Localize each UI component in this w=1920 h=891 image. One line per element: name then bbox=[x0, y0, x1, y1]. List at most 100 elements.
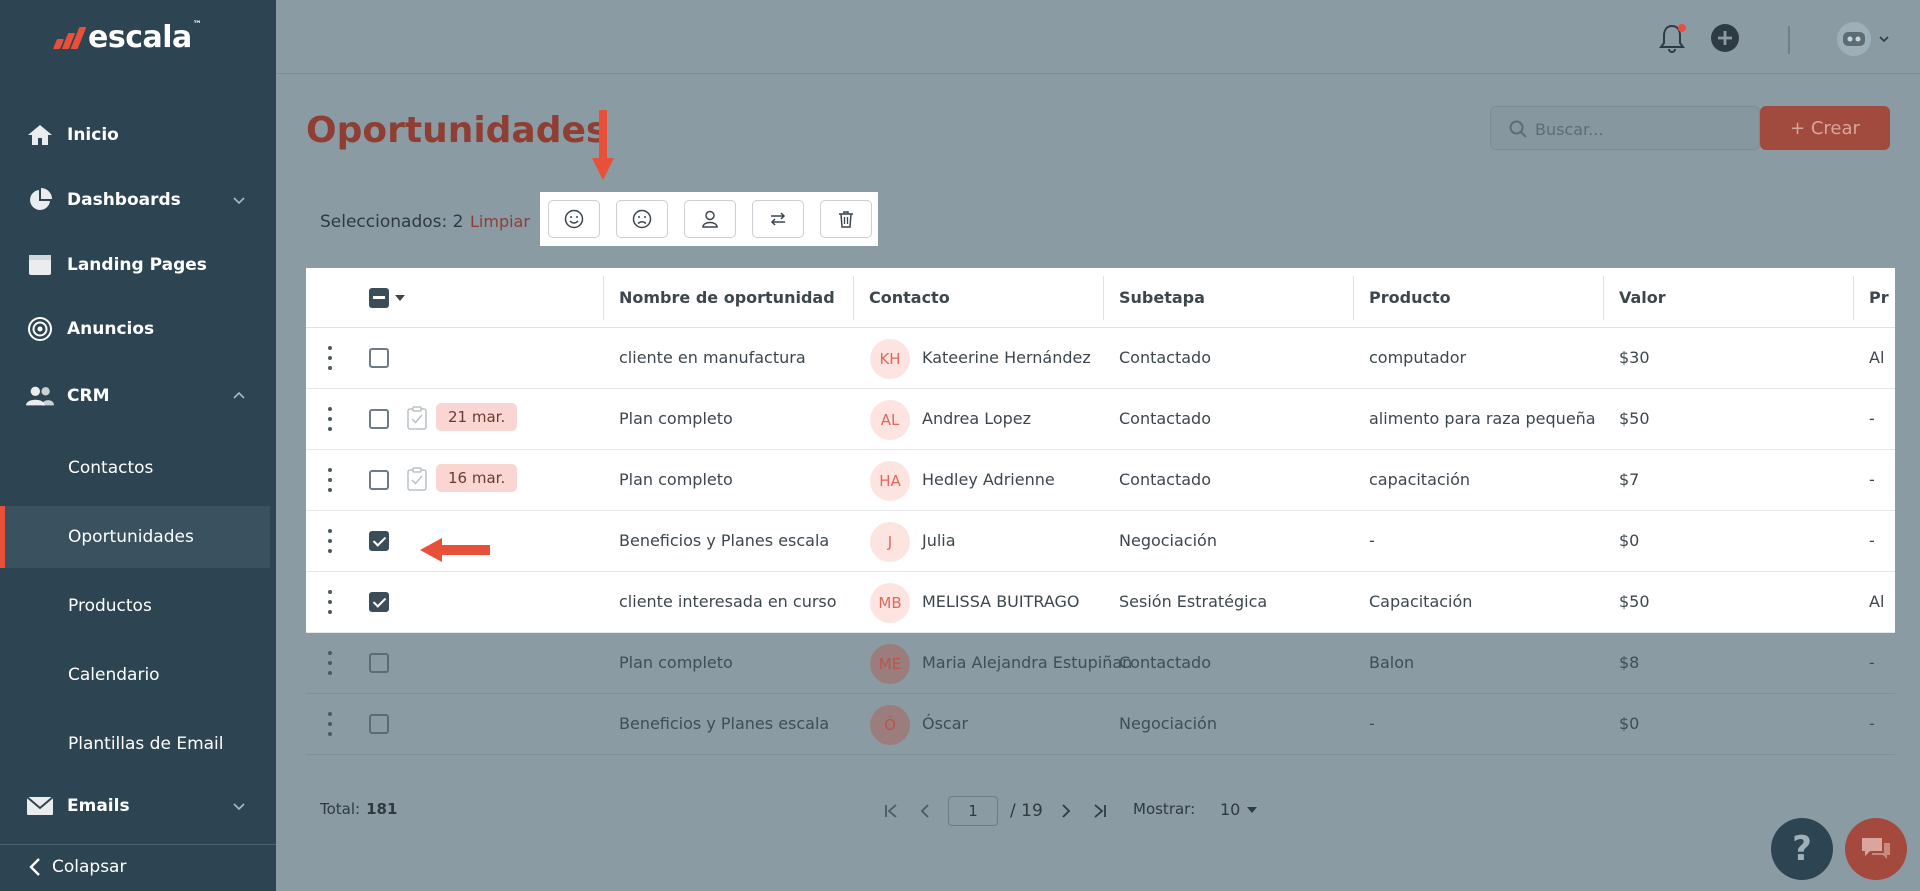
search-box[interactable] bbox=[1490, 106, 1760, 150]
first-page-icon[interactable] bbox=[880, 800, 902, 822]
cell-producto: Capacitación bbox=[1369, 592, 1473, 611]
column-divider bbox=[853, 276, 854, 320]
logo[interactable]: escala™ bbox=[52, 20, 202, 55]
sidebar-subitem-oportunidades[interactable]: Oportunidades bbox=[0, 506, 270, 568]
column-header-name[interactable]: Nombre de oportunidad bbox=[619, 288, 835, 307]
sidebar-item-emails[interactable]: Emails bbox=[0, 782, 276, 830]
sidebar-subitem-contactos[interactable]: Contactos bbox=[0, 437, 276, 499]
next-page-icon[interactable] bbox=[1055, 800, 1077, 822]
row-checkbox[interactable] bbox=[369, 714, 389, 734]
table-row[interactable]: Beneficios y Planes escala J Julia Negoc… bbox=[306, 511, 1895, 572]
cell-producto: - bbox=[1369, 531, 1375, 550]
cell-subetapa: Contactado bbox=[1119, 653, 1211, 672]
help-button[interactable]: ? bbox=[1771, 818, 1833, 880]
prev-page-icon[interactable] bbox=[914, 800, 936, 822]
caret-down-icon bbox=[1247, 806, 1258, 813]
assign-user-button[interactable] bbox=[684, 200, 736, 238]
search-icon bbox=[1509, 120, 1527, 138]
delete-button[interactable] bbox=[820, 200, 872, 238]
page-input[interactable] bbox=[948, 796, 998, 826]
cell-name[interactable]: Plan completo bbox=[619, 653, 733, 672]
create-button-label: + Crear bbox=[1790, 117, 1860, 139]
page-title: Oportunidades bbox=[306, 110, 608, 151]
row-menu-icon[interactable] bbox=[328, 468, 334, 492]
cell-contact[interactable]: Julia bbox=[922, 531, 956, 550]
row-menu-icon[interactable] bbox=[328, 651, 334, 675]
mark-won-button[interactable] bbox=[548, 200, 600, 238]
column-header-contact[interactable]: Contacto bbox=[869, 288, 950, 307]
caret-down-icon[interactable] bbox=[394, 294, 406, 302]
table-row[interactable]: Plan completo ME Maria Alejandra Estupiñ… bbox=[306, 633, 1895, 694]
cell-name[interactable]: Beneficios y Planes escala bbox=[619, 531, 829, 550]
column-divider bbox=[1603, 276, 1604, 320]
sidebar-item-inicio[interactable]: Inicio bbox=[0, 111, 276, 159]
cell-name[interactable]: Beneficios y Planes escala bbox=[619, 714, 829, 733]
change-stage-button[interactable] bbox=[752, 200, 804, 238]
cell-producto: Balon bbox=[1369, 653, 1415, 672]
sidebar-item-landing-pages[interactable]: Landing Pages bbox=[0, 241, 276, 289]
table-row[interactable]: cliente en manufactura KH Kateerine Hern… bbox=[306, 328, 1895, 389]
collapse-button[interactable]: Colapsar bbox=[28, 857, 126, 877]
table-row[interactable]: 16 mar. Plan completo HA Hedley Adrienne… bbox=[306, 450, 1895, 511]
last-page-icon[interactable] bbox=[1089, 800, 1111, 822]
column-header-producto[interactable]: Producto bbox=[1369, 288, 1451, 307]
home-icon bbox=[26, 121, 54, 149]
row-checkbox[interactable] bbox=[369, 531, 389, 551]
row-checkbox[interactable] bbox=[369, 653, 389, 673]
sidebar-subitem-productos[interactable]: Productos bbox=[0, 575, 276, 637]
row-checkbox[interactable] bbox=[369, 348, 389, 368]
cell-name[interactable]: Plan completo bbox=[619, 409, 733, 428]
sidebar-item-dashboards[interactable]: Dashboards bbox=[0, 176, 276, 224]
table-row[interactable]: 21 mar. Plan completo AL Andrea Lopez Co… bbox=[306, 389, 1895, 450]
chevron-down-icon[interactable] bbox=[1878, 33, 1890, 45]
column-header-subetapa[interactable]: Subetapa bbox=[1119, 288, 1205, 307]
column-header-valor[interactable]: Valor bbox=[1619, 288, 1666, 307]
question-mark-icon: ? bbox=[1792, 829, 1812, 869]
row-checkbox[interactable] bbox=[369, 592, 389, 612]
search-input[interactable] bbox=[1535, 117, 1735, 141]
avatar[interactable] bbox=[1837, 22, 1871, 56]
clear-selection-link[interactable]: Limpiar bbox=[470, 212, 530, 231]
sidebar-item-anuncios[interactable]: Anuncios bbox=[0, 305, 276, 353]
due-date-badge[interactable]: 16 mar. bbox=[436, 464, 518, 492]
cell-contact[interactable]: Andrea Lopez bbox=[922, 409, 1031, 428]
cell-extra: - bbox=[1869, 653, 1875, 672]
row-menu-icon[interactable] bbox=[328, 407, 334, 431]
pagination: / 19 bbox=[880, 795, 1111, 827]
row-checkbox[interactable] bbox=[369, 470, 389, 490]
bell-icon[interactable] bbox=[1656, 22, 1688, 54]
cell-contact[interactable]: Kateerine Hernández bbox=[922, 348, 1091, 367]
clipboard-check-icon[interactable] bbox=[406, 405, 428, 431]
sidebar-subitem-calendario[interactable]: Calendario bbox=[0, 644, 276, 706]
cell-extra: - bbox=[1869, 409, 1875, 428]
cell-contact[interactable]: Óscar bbox=[922, 714, 968, 733]
chat-button[interactable] bbox=[1845, 818, 1907, 880]
row-menu-icon[interactable] bbox=[328, 712, 334, 736]
cell-contact[interactable]: Hedley Adrienne bbox=[922, 470, 1055, 489]
table-row[interactable]: Beneficios y Planes escala Ó Óscar Negoc… bbox=[306, 694, 1895, 755]
create-button[interactable]: + Crear bbox=[1760, 106, 1890, 150]
table-row[interactable]: cliente interesada en curso MB MELISSA B… bbox=[306, 572, 1895, 633]
plus-circle-icon[interactable] bbox=[1709, 22, 1741, 54]
cell-contact[interactable]: MELISSA BUITRAGO bbox=[922, 592, 1080, 611]
column-header-extra[interactable]: Pr bbox=[1869, 288, 1889, 307]
column-divider bbox=[1103, 276, 1104, 320]
row-menu-icon[interactable] bbox=[328, 529, 334, 553]
cell-name[interactable]: cliente interesada en curso bbox=[619, 592, 837, 611]
cell-name[interactable]: cliente en manufactura bbox=[619, 348, 806, 367]
row-menu-icon[interactable] bbox=[328, 346, 334, 370]
select-all-checkbox[interactable] bbox=[369, 288, 389, 308]
row-menu-icon[interactable] bbox=[328, 590, 334, 614]
cell-valor: $0 bbox=[1619, 714, 1640, 733]
cell-contact[interactable]: Maria Alejandra Estupiñan bbox=[922, 653, 1132, 672]
sidebar-item-crm[interactable]: CRM bbox=[0, 372, 276, 420]
page-size-select[interactable]: 10 bbox=[1220, 800, 1258, 819]
contact-avatar: AL bbox=[870, 400, 910, 440]
sidebar-subitem-plantillas[interactable]: Plantillas de Email bbox=[0, 713, 276, 775]
due-date-badge[interactable]: 21 mar. bbox=[436, 403, 518, 431]
bulk-actions-bar bbox=[540, 192, 878, 246]
mark-lost-button[interactable] bbox=[616, 200, 668, 238]
cell-name[interactable]: Plan completo bbox=[619, 470, 733, 489]
clipboard-check-icon[interactable] bbox=[406, 466, 428, 492]
row-checkbox[interactable] bbox=[369, 409, 389, 429]
